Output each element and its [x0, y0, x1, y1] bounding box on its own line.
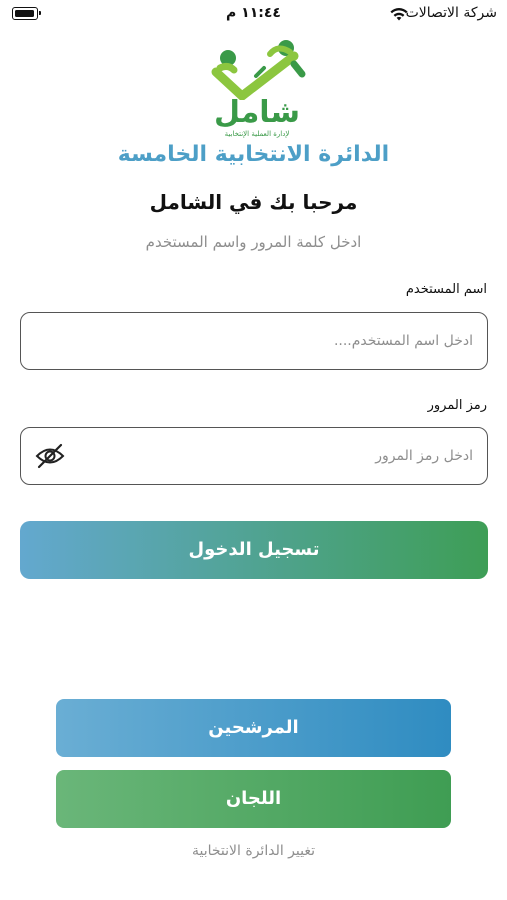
login-button[interactable]: تسجيل الدخول	[20, 521, 488, 579]
committees-button[interactable]: اللجان	[56, 770, 451, 828]
candidates-button[interactable]: المرشحين	[56, 699, 451, 757]
password-input[interactable]	[21, 428, 487, 484]
change-district-link[interactable]: تغيير الدائرة الانتخابية	[0, 843, 507, 859]
district-title: الدائرة الانتخابية الخامسة	[117, 142, 390, 167]
clock: ١١:٤٤ م	[226, 5, 281, 21]
status-bar: شركة الاتصالات ١١:٤٤ م	[0, 0, 507, 30]
carrier-name: شركة الاتصالات	[405, 5, 497, 21]
username-label: اسم المستخدم	[405, 282, 487, 297]
eye-slash-icon[interactable]	[35, 443, 65, 469]
logo-mark-icon	[211, 40, 306, 100]
battery-icon	[12, 7, 41, 20]
login-instruction: ادخل كلمة المرور واسم المستخدم	[145, 233, 362, 251]
welcome-heading: مرحبا بك في الشامل	[149, 190, 358, 214]
password-label: رمز المرور	[427, 398, 487, 413]
logo-word: شامل	[213, 95, 301, 130]
password-field	[20, 427, 488, 485]
wifi-icon	[390, 8, 408, 21]
shamel-logo: شامل لإدارة العملية الإنتخابية	[198, 38, 316, 138]
logo-tagline: لإدارة العملية الإنتخابية	[224, 130, 290, 138]
username-field	[20, 312, 488, 370]
username-input[interactable]	[21, 313, 487, 369]
